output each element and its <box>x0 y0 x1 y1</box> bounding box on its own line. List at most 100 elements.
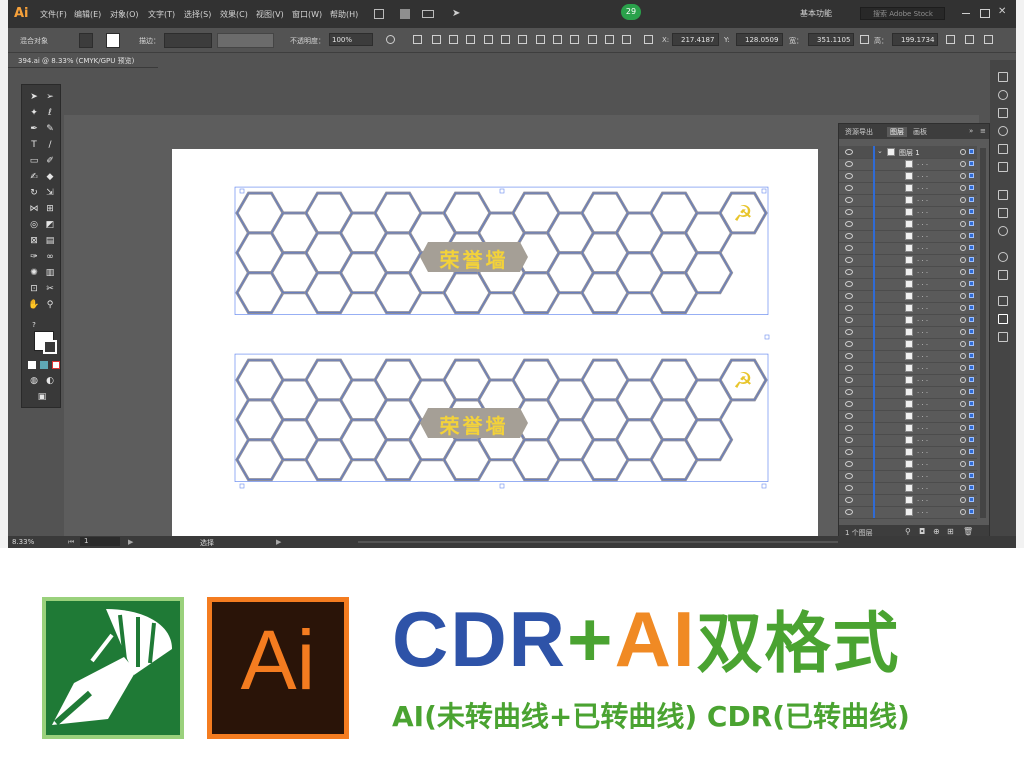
menu-edit[interactable]: 编辑(E) <box>74 9 101 20</box>
delete-layer-icon[interactable]: 🗑 <box>963 527 973 536</box>
curvature-tool-icon[interactable]: ✎ <box>44 123 56 135</box>
shape-builder-tool-icon[interactable]: ◎ <box>28 219 40 231</box>
rotate-tool-icon[interactable]: ↻ <box>28 187 40 199</box>
layer-item-name[interactable]: . . . <box>917 219 928 227</box>
panel-menu-icon[interactable] <box>984 35 993 44</box>
target-circle-icon[interactable] <box>960 485 966 491</box>
visibility-eye-icon[interactable] <box>845 509 853 515</box>
artboard[interactable]: ☭ ☭ 荣誉墙 荣誉墙 <box>172 149 818 539</box>
visibility-eye-icon[interactable] <box>845 245 853 251</box>
visibility-eye-icon[interactable] <box>845 437 853 443</box>
draw-behind-icon[interactable]: ◐ <box>44 375 56 387</box>
gradient-panel-icon[interactable] <box>998 208 1008 218</box>
y-input[interactable]: 128.0509 <box>736 33 783 46</box>
target-circle-icon[interactable] <box>960 281 966 287</box>
zoom-level[interactable]: 8.33% <box>12 538 34 546</box>
visibility-eye-icon[interactable] <box>845 473 853 479</box>
selection-handle[interactable] <box>761 483 767 489</box>
tab-layers[interactable]: 图层 <box>887 127 907 137</box>
menu-select[interactable]: 选择(S) <box>184 9 211 20</box>
layer-item-name[interactable]: . . . <box>917 495 928 503</box>
expand-arrow-icon[interactable]: ⌄ <box>877 147 883 155</box>
tab-asset-export[interactable]: 资源导出 <box>845 127 873 137</box>
rectangle-tool-icon[interactable]: ▭ <box>28 155 40 167</box>
shaper-tool-icon[interactable]: ✍ <box>28 171 40 183</box>
distribute-left-icon[interactable] <box>588 35 597 44</box>
target-circle-icon[interactable] <box>960 209 966 215</box>
graphic-styles-icon[interactable] <box>998 270 1008 280</box>
selection-square-icon[interactable] <box>969 197 974 202</box>
align-center-icon[interactable] <box>449 35 458 44</box>
notification-badge[interactable]: 29 <box>621 4 641 20</box>
artboards-icon[interactable] <box>998 332 1008 342</box>
selection-square-icon[interactable] <box>969 317 974 322</box>
distribute-bottom-icon[interactable] <box>570 35 579 44</box>
selection-square-icon[interactable] <box>969 413 974 418</box>
panel-menu-icon[interactable]: ≡ <box>980 127 986 135</box>
stroke-color-icon[interactable] <box>43 340 57 354</box>
layer-item-name[interactable]: . . . <box>917 363 928 371</box>
canvas-area[interactable]: ☭ ☭ 荣誉墙 荣誉墙 <box>8 68 979 539</box>
visibility-eye-icon[interactable] <box>845 233 853 239</box>
layer-item-name[interactable]: . . . <box>917 291 928 299</box>
transparency-icon[interactable] <box>998 226 1008 236</box>
new-sublayer-icon[interactable]: ⊕ <box>933 527 940 536</box>
selection-square-icon[interactable] <box>969 365 974 370</box>
layer-item-name[interactable]: . . . <box>917 423 928 431</box>
visibility-eye-icon[interactable] <box>845 329 853 335</box>
artboard-number[interactable]: 1 <box>80 537 120 546</box>
visibility-eye-icon[interactable] <box>845 353 853 359</box>
gpu-performance-icon[interactable]: ➤ <box>452 8 460 19</box>
target-circle-icon[interactable] <box>960 389 966 395</box>
target-circle-icon[interactable] <box>960 497 966 503</box>
gradient-tool-icon[interactable]: ▤ <box>44 235 56 247</box>
document-tab[interactable]: 394.ai @ 8.33% (CMYK/GPU 预览) <box>8 53 158 68</box>
blend-tool-icon[interactable]: ∞ <box>44 251 56 263</box>
stroke-swatch[interactable] <box>106 33 120 48</box>
locate-object-icon[interactable]: ⚲ <box>905 527 911 536</box>
maximize-icon[interactable] <box>980 9 990 18</box>
target-circle-icon[interactable] <box>960 365 966 371</box>
visibility-eye-icon[interactable] <box>845 161 853 167</box>
target-circle-icon[interactable] <box>960 449 966 455</box>
visibility-eye-icon[interactable] <box>845 401 853 407</box>
selection-square-icon[interactable] <box>969 341 974 346</box>
align-bottom-icon[interactable] <box>518 35 527 44</box>
layer-item-name[interactable]: . . . <box>917 459 928 467</box>
layer-item-name[interactable]: . . . <box>917 231 928 239</box>
layer-item-name[interactable]: . . . <box>917 195 928 203</box>
minimize-icon[interactable] <box>962 13 970 14</box>
selection-square-icon[interactable] <box>969 257 974 262</box>
visibility-eye-icon[interactable] <box>845 413 853 419</box>
free-transform-tool-icon[interactable]: ⊞ <box>44 203 56 215</box>
recolor-icon[interactable] <box>386 35 395 44</box>
target-circle-icon[interactable] <box>960 401 966 407</box>
target-circle-icon[interactable] <box>960 269 966 275</box>
layer-item-name[interactable]: . . . <box>917 315 928 323</box>
layer-item-name[interactable]: . . . <box>917 471 928 479</box>
color-guide-icon[interactable] <box>998 90 1008 100</box>
constrain-proportions-icon[interactable] <box>860 35 869 44</box>
target-circle-icon[interactable] <box>960 185 966 191</box>
panel-collapse-icon[interactable]: » <box>969 127 973 135</box>
height-input[interactable]: 199.1734 <box>892 33 938 46</box>
target-circle-icon[interactable] <box>960 437 966 443</box>
selection-square-icon[interactable] <box>969 221 974 226</box>
menu-effect[interactable]: 效果(C) <box>220 9 248 20</box>
target-circle-icon[interactable] <box>960 149 966 155</box>
selection-square-icon[interactable] <box>969 449 974 454</box>
visibility-eye-icon[interactable] <box>845 485 853 491</box>
selection-square-icon[interactable] <box>969 245 974 250</box>
layer-item-name[interactable]: . . . <box>917 375 928 383</box>
stock-search-input[interactable]: 搜索 Adobe Stock <box>860 7 945 20</box>
layer-name[interactable]: 图层 1 <box>899 148 920 158</box>
magic-wand-tool-icon[interactable]: ✦ <box>28 107 40 119</box>
brushes-icon[interactable] <box>998 144 1008 154</box>
selection-handle[interactable] <box>239 483 245 489</box>
transform-icon[interactable] <box>946 35 955 44</box>
slice-tool-icon[interactable]: ✂ <box>44 283 56 295</box>
visibility-eye-icon[interactable] <box>845 197 853 203</box>
layer-item-name[interactable]: . . . <box>917 207 928 215</box>
graph-tool-icon[interactable]: ▥ <box>44 267 56 279</box>
target-circle-icon[interactable] <box>960 473 966 479</box>
